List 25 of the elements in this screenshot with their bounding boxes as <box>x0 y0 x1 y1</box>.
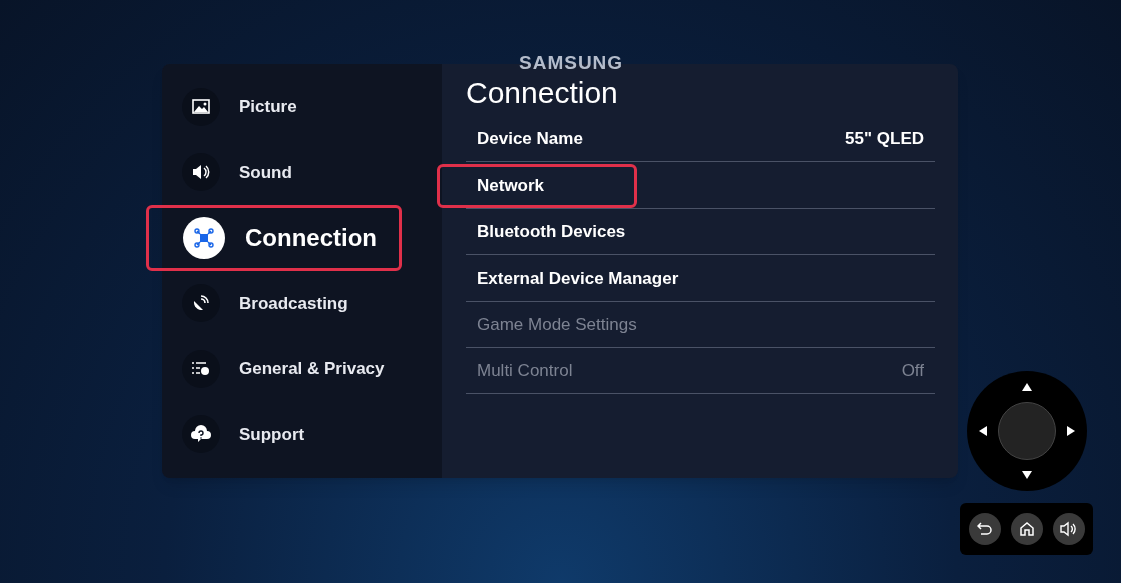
menu-label: External Device Manager <box>476 267 680 290</box>
up-arrow-icon[interactable] <box>1022 383 1032 391</box>
connection-icon <box>193 226 215 249</box>
menu-label: Device Name <box>476 128 584 151</box>
menu-label: Game Mode Settings <box>476 314 638 336</box>
back-button[interactable] <box>968 513 1001 545</box>
home-button[interactable] <box>1010 513 1043 545</box>
menu-label: Network <box>437 163 637 208</box>
menu-item[interactable]: Network <box>437 162 935 209</box>
menu-value: 55" QLED <box>845 128 924 151</box>
menu-item[interactable]: Bluetooth Devices <box>437 208 935 256</box>
panel-title: Connection <box>466 76 619 111</box>
speaker-icon <box>1059 521 1078 537</box>
down-arrow-icon[interactable] <box>1022 471 1032 479</box>
menu-label: Multi Control <box>476 360 574 383</box>
menu-value: Off <box>901 360 924 383</box>
sidebar-item[interactable]: Support <box>162 401 442 467</box>
back-icon <box>976 522 993 536</box>
left-arrow-icon[interactable] <box>979 426 987 436</box>
home-icon <box>1018 521 1035 537</box>
volume-button[interactable] <box>1052 513 1085 545</box>
right-arrow-icon[interactable] <box>1067 426 1075 436</box>
brand-logo: SAMSUNG <box>519 53 624 72</box>
menu-label: Bluetooth Devices <box>476 221 627 244</box>
sidebar-item[interactable]: Connection <box>146 205 402 271</box>
